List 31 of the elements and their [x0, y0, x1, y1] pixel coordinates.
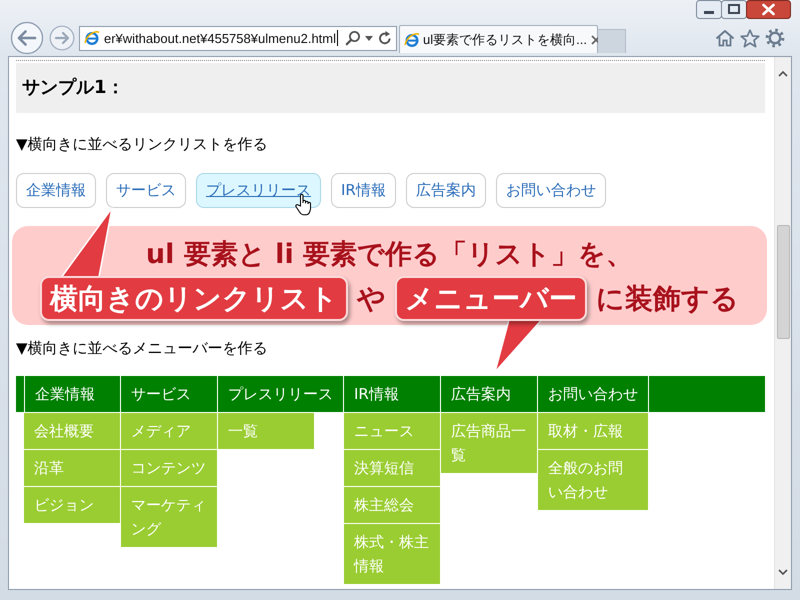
nav-link[interactable]: IR情報 — [331, 173, 396, 208]
text-cursor-icon — [337, 30, 338, 46]
section-caption: ▼横向きに並べるメニューバーを作る — [16, 339, 269, 357]
dropdown-caret-icon[interactable] — [365, 36, 373, 40]
home-icon[interactable] — [715, 29, 735, 47]
vertical-scrollbar[interactable] — [774, 57, 791, 589]
callout-text: ul 要素と li 要素で作る「リスト」を、 — [146, 239, 634, 270]
star-icon[interactable] — [740, 28, 760, 48]
back-icon[interactable] — [10, 21, 44, 55]
scrollbar-thumb[interactable] — [776, 225, 790, 339]
scroll-up-icon[interactable] — [778, 71, 788, 77]
settings-icon[interactable] — [765, 28, 785, 48]
callout-text: や — [357, 280, 386, 316]
browser-tab[interactable]: ul要素で作るリストを横向... — [399, 25, 598, 53]
callout-text: に装飾する — [596, 280, 739, 316]
maximize-icon[interactable] — [721, 0, 747, 19]
scroll-down-icon[interactable] — [778, 569, 788, 575]
nav-link[interactable]: サービス — [106, 173, 186, 208]
nav-link[interactable]: お問い合わせ — [496, 173, 606, 208]
refresh-icon[interactable] — [377, 30, 393, 46]
nav-link[interactable]: 企業情報 — [16, 173, 96, 208]
minimize-icon[interactable] — [696, 0, 722, 19]
browser-logo-icon — [404, 32, 420, 48]
address-field[interactable]: er¥withabout.net¥455758¥ulmenu2.html — [79, 26, 397, 50]
close-icon[interactable] — [746, 0, 791, 19]
nav-link[interactable]: 広告案内 — [406, 173, 486, 208]
search-icon[interactable] — [345, 30, 361, 46]
sample-heading: サンプル1： — [16, 63, 765, 113]
browser-logo-icon — [84, 30, 100, 46]
close-icon[interactable] — [590, 34, 601, 44]
section-caption: ▼横向きに並べるリンクリストを作る — [16, 135, 269, 153]
